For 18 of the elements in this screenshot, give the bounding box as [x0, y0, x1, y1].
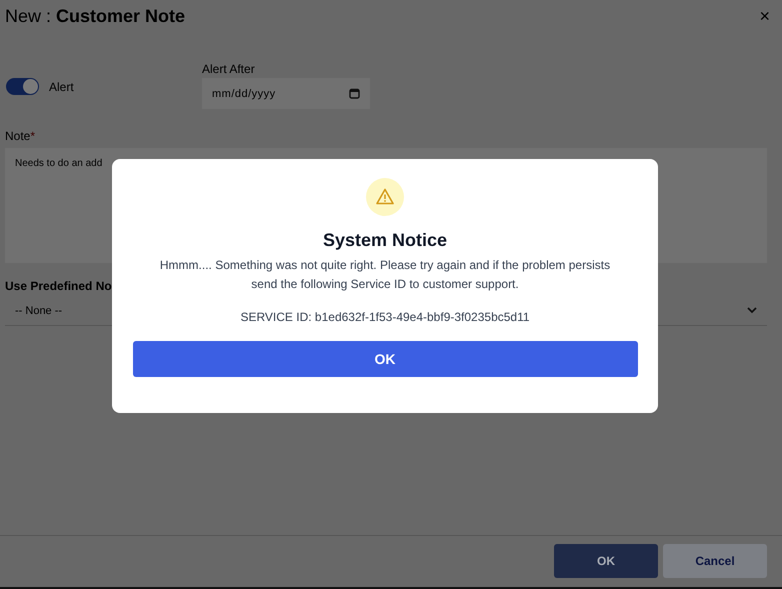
dialog-message: Hmmm.... Something was not quite right. Please try again and if the problem persists send the following Service ID to customer support. — [158, 257, 612, 293]
window-title: New : Customer Note — [5, 6, 186, 26]
dialog-title: System Notice — [322, 230, 448, 251]
calendar-icon — [349, 88, 360, 99]
toggle-switch[interactable] — [6, 78, 39, 95]
warning-icon — [366, 178, 404, 216]
footer-button[interactable]: Cancel — [663, 544, 767, 578]
toggle-label: Alert — [49, 80, 74, 94]
footer-button[interactable]: OK — [554, 544, 658, 578]
required-mark: * — [30, 129, 36, 143]
chevron-down-icon — [747, 307, 757, 314]
field-label: Note — [5, 129, 30, 143]
service-id: SERVICE ID: b1ed632f-1f53-49e4-bbf9-3f0235bc5d11 — [240, 310, 530, 324]
close-button[interactable]: × — [759, 6, 770, 26]
date-field[interactable]: mm/dd/yyyy — [202, 78, 370, 109]
field-label: Alert After — [202, 62, 256, 76]
field-label: Use Predefined No — [5, 279, 112, 293]
ok-button[interactable]: OK — [132, 341, 638, 377]
